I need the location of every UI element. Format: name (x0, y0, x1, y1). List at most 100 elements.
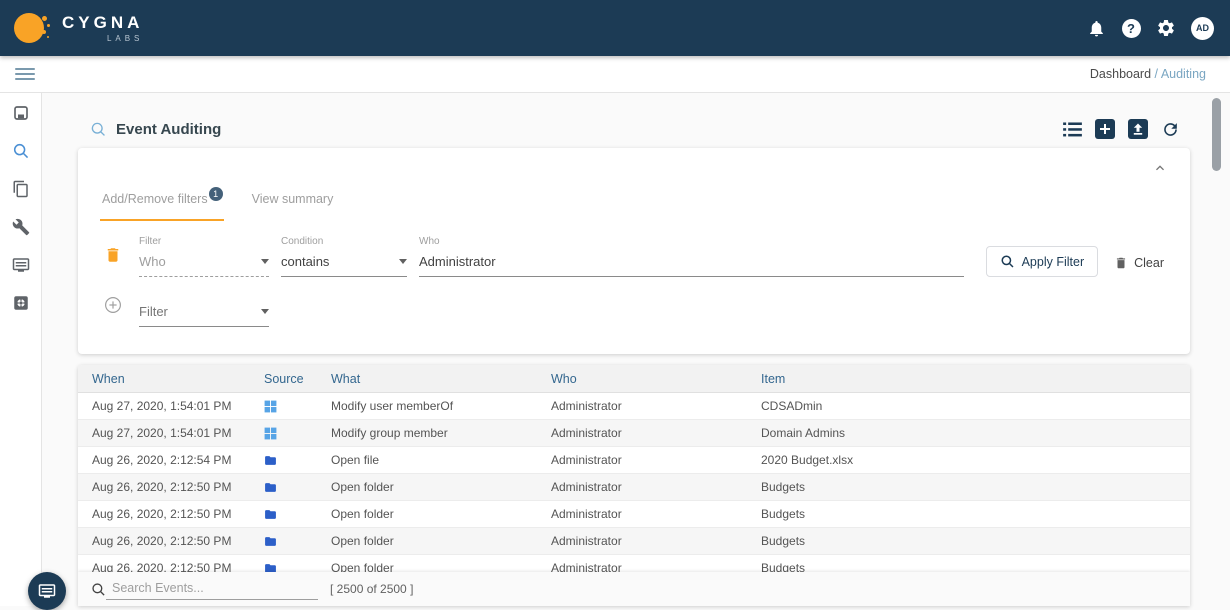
cell-what: Open folder (331, 480, 551, 494)
audit-search-icon (90, 121, 107, 138)
folder-icon (264, 535, 277, 548)
table-row[interactable]: Aug 26, 2020, 2:12:50 PM Open folder Adm… (78, 501, 1190, 528)
cell-item: Budgets (761, 480, 1190, 494)
chat-fab-button[interactable] (28, 572, 66, 610)
cell-what: Open folder (331, 507, 551, 521)
cell-when: Aug 26, 2020, 2:12:50 PM (78, 507, 251, 521)
table-header: When Source What Who Item (78, 365, 1190, 393)
tab-view-summary[interactable]: View summary (250, 192, 336, 221)
trash-icon (1114, 256, 1128, 270)
filter-row: Filter Who Condition contains Who Apply … (104, 236, 1164, 277)
cell-what: Open file (331, 453, 551, 467)
clear-filter-button[interactable]: Clear (1114, 256, 1164, 270)
cell-what: Modify user memberOf (331, 399, 551, 413)
breadcrumb: Dashboard / Auditing (1090, 67, 1214, 81)
page-actions (1063, 119, 1180, 139)
folder-icon (264, 454, 277, 467)
settings-box-icon[interactable] (12, 294, 30, 312)
user-avatar[interactable]: AD (1191, 17, 1214, 40)
cell-what: Open folder (331, 534, 551, 548)
secondary-bar: Dashboard / Auditing (0, 56, 1230, 93)
chevron-down-icon (261, 259, 269, 264)
settings-icon[interactable] (1156, 18, 1176, 38)
add-filter-icon[interactable] (104, 296, 122, 319)
cell-item: Budgets (761, 507, 1190, 521)
events-table: When Source What Who Item Aug 27, 2020, … (78, 365, 1190, 606)
cell-when: Aug 26, 2020, 2:12:54 PM (78, 453, 251, 467)
condition-select[interactable]: Condition contains (281, 236, 407, 277)
cell-what: Modify group member (331, 426, 551, 440)
windows-icon (264, 400, 277, 413)
column-header-item[interactable]: Item (761, 372, 1190, 386)
cell-who: Administrator (551, 453, 761, 467)
table-body: Aug 27, 2020, 1:54:01 PM Modify user mem… (78, 393, 1190, 582)
page-header: Event Auditing (90, 121, 221, 138)
console-icon[interactable] (12, 256, 30, 274)
who-value-input[interactable] (419, 254, 964, 276)
breadcrumb-dashboard[interactable]: Dashboard (1090, 67, 1151, 81)
cell-who: Administrator (551, 426, 761, 440)
search-icon (1000, 254, 1015, 269)
folder-icon (264, 508, 277, 521)
cell-when: Aug 26, 2020, 2:12:50 PM (78, 480, 251, 494)
cygna-logo-icon (14, 10, 50, 46)
cell-when: Aug 26, 2020, 2:12:50 PM (78, 534, 251, 548)
collapse-panel-icon[interactable] (1152, 160, 1168, 181)
search-icon (91, 582, 106, 597)
cell-who: Administrator (551, 534, 761, 548)
vertical-scrollbar[interactable] (1212, 98, 1221, 171)
left-sidebar (0, 93, 42, 606)
add-icon[interactable] (1095, 119, 1115, 139)
copy-icon[interactable] (12, 180, 30, 198)
add-filter-row: Filter (104, 294, 269, 327)
windows-icon (264, 427, 277, 440)
tools-icon[interactable] (12, 218, 30, 236)
top-navbar: CYGNA LABS ? AD (0, 0, 1230, 56)
column-header-what[interactable]: What (331, 372, 551, 386)
cell-who: Administrator (551, 399, 761, 413)
search-events-input[interactable] (106, 578, 318, 600)
cell-when: Aug 27, 2020, 1:54:01 PM (78, 399, 251, 413)
new-filter-select[interactable]: Filter (139, 294, 269, 327)
refresh-icon[interactable] (1161, 120, 1180, 139)
table-row[interactable]: Aug 26, 2020, 2:12:54 PM Open file Admin… (78, 447, 1190, 474)
table-search-bar: [ 2500 of 2500 ] (78, 572, 1190, 606)
page-title: Event Auditing (116, 121, 221, 138)
who-field: Who (419, 236, 964, 277)
cell-item: Budgets (761, 534, 1190, 548)
folder-icon (264, 481, 277, 494)
apply-filter-button[interactable]: Apply Filter (986, 246, 1099, 277)
table-row[interactable]: Aug 27, 2020, 1:54:01 PM Modify user mem… (78, 393, 1190, 420)
table-row[interactable]: Aug 26, 2020, 2:12:50 PM Open folder Adm… (78, 528, 1190, 555)
filter-tabs: Add/Remove filters1 View summary (100, 192, 335, 221)
cell-item: Domain Admins (761, 426, 1190, 440)
cell-who: Administrator (551, 507, 761, 521)
cell-when: Aug 27, 2020, 1:54:01 PM (78, 426, 251, 440)
cygna-logo: CYGNA LABS (0, 10, 143, 46)
column-header-who[interactable]: Who (551, 372, 761, 386)
help-icon[interactable]: ? (1121, 18, 1141, 38)
table-row[interactable]: Aug 26, 2020, 2:12:50 PM Open folder Adm… (78, 474, 1190, 501)
export-icon[interactable] (1128, 119, 1148, 139)
remove-filter-icon[interactable] (104, 246, 122, 269)
filter-panel: Add/Remove filters1 View summary Filter … (78, 148, 1190, 354)
column-header-when[interactable]: When (78, 372, 251, 386)
cell-item: 2020 Budget.xlsx (761, 453, 1190, 467)
chevron-down-icon (261, 309, 269, 314)
filter-count-badge: 1 (209, 187, 223, 201)
cell-item: CDSADmin (761, 399, 1190, 413)
brand-name: CYGNA (62, 13, 143, 33)
console-icon (38, 582, 56, 600)
brand-subname: LABS (107, 34, 143, 43)
notifications-icon[interactable] (1086, 18, 1106, 38)
list-view-icon[interactable] (1063, 122, 1082, 137)
column-header-source[interactable]: Source (251, 372, 331, 386)
dashboard-icon[interactable] (12, 104, 30, 122)
filter-select[interactable]: Filter Who (139, 236, 269, 277)
menu-toggle-icon[interactable] (15, 68, 35, 80)
cell-who: Administrator (551, 480, 761, 494)
tab-add-remove-filters[interactable]: Add/Remove filters1 (100, 192, 224, 221)
breadcrumb-auditing[interactable]: Auditing (1161, 67, 1206, 81)
search-icon[interactable] (12, 142, 30, 160)
table-row[interactable]: Aug 27, 2020, 1:54:01 PM Modify group me… (78, 420, 1190, 447)
